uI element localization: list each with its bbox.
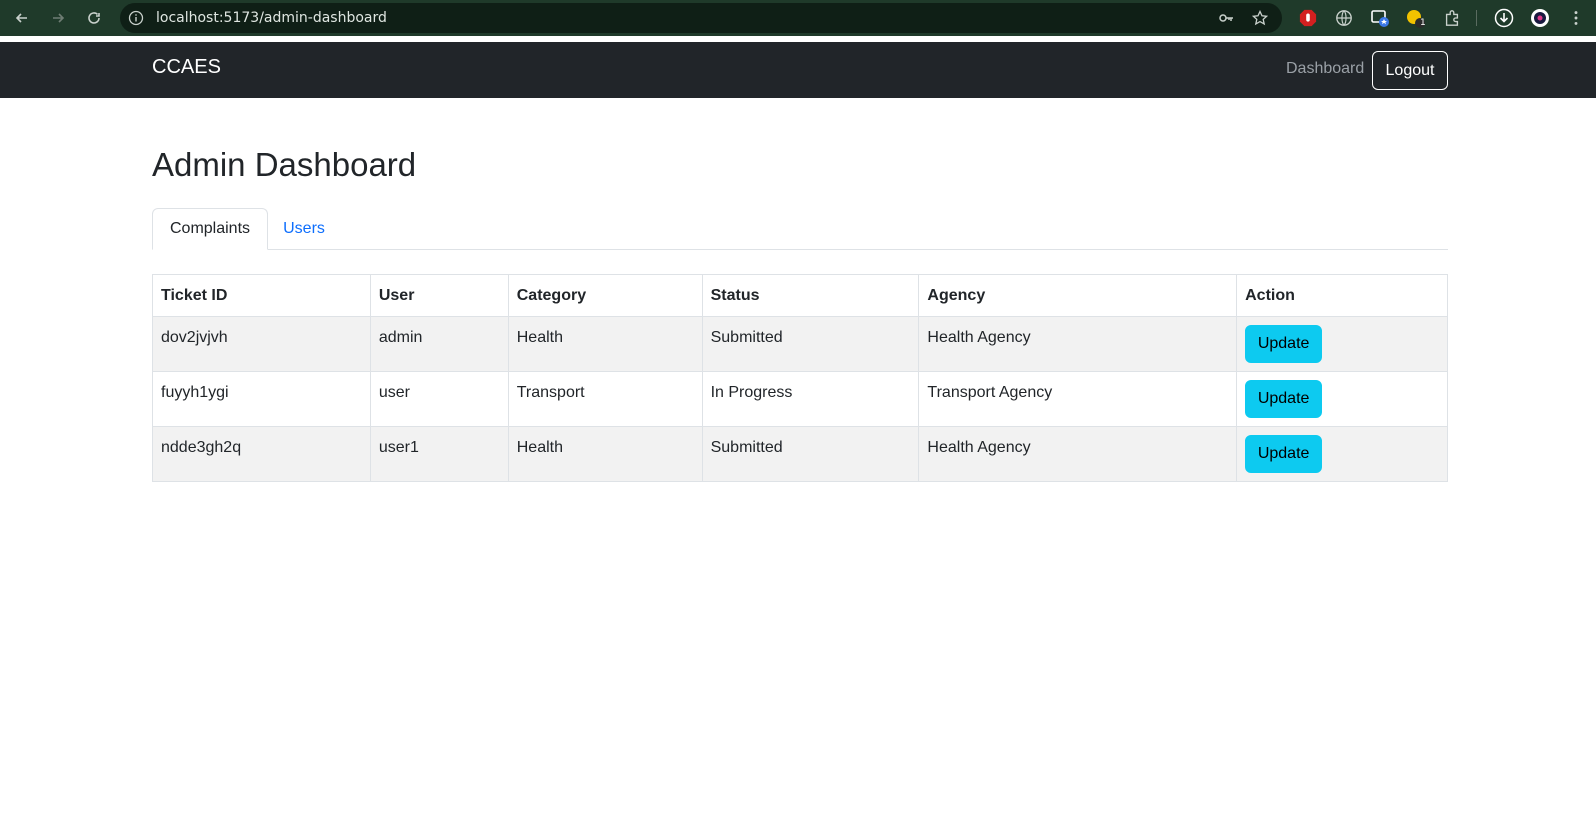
column-header-status: Status [701, 274, 920, 317]
cell-user: admin [369, 316, 509, 372]
cell-agency: Transport Agency [918, 371, 1238, 427]
key-icon[interactable] [1218, 10, 1234, 26]
table-header-row: Ticket ID User Category Status Agency Ac… [152, 274, 1448, 317]
cell-ticket-id: ndde3gh2q [152, 426, 371, 482]
forward-icon[interactable] [46, 6, 70, 30]
tab-complaints[interactable]: Complaints [152, 208, 268, 250]
bookmark-star-icon[interactable] [1252, 10, 1268, 26]
browser-toolbar: localhost:5173/admin-dashboard 1 [0, 0, 1596, 36]
url-text[interactable]: localhost:5173/admin-dashboard [156, 10, 387, 26]
cell-category: Transport [507, 371, 703, 427]
complaints-table: Ticket ID User Category Status Agency Ac… [152, 274, 1448, 482]
globe-extension-icon[interactable] [1334, 8, 1354, 28]
update-button[interactable]: Update [1245, 435, 1323, 473]
adblock-extension-icon[interactable] [1298, 8, 1318, 28]
cell-ticket-id: fuyyh1ygi [152, 371, 371, 427]
table-row: dov2jvjvh admin Health Submitted Health … [152, 316, 1448, 372]
cell-ticket-id: dov2jvjvh [152, 316, 371, 372]
cell-agency: Health Agency [918, 316, 1238, 372]
browser-menu-icon[interactable] [1566, 8, 1586, 28]
cell-category: Health [507, 316, 703, 372]
download-icon[interactable] [1494, 8, 1514, 28]
cell-user: user1 [369, 426, 509, 482]
app-navbar: CCAES Dashboard Logout [0, 42, 1596, 98]
page-title: Admin Dashboard [152, 146, 417, 183]
extension-badge-icon[interactable]: 1 [1406, 8, 1426, 28]
column-header-category: Category [507, 274, 703, 317]
toolbar-divider [1476, 10, 1477, 26]
tab-bar: Complaints Users [152, 208, 1448, 250]
profile-avatar-icon[interactable] [1530, 8, 1550, 28]
table-row: ndde3gh2q user1 Health Submitted Health … [152, 426, 1448, 482]
address-bar[interactable]: localhost:5173/admin-dashboard [120, 3, 1282, 33]
column-header-agency: Agency [918, 274, 1238, 317]
cell-category: Health [507, 426, 703, 482]
extensions-puzzle-icon[interactable] [1442, 8, 1462, 28]
brand-logo[interactable]: CCAES [152, 56, 221, 79]
cell-action: Update [1236, 426, 1448, 482]
reload-icon[interactable] [82, 6, 106, 30]
nav-link-dashboard[interactable]: Dashboard [1286, 60, 1364, 78]
logout-button[interactable]: Logout [1372, 51, 1448, 90]
cell-status: Submitted [701, 316, 920, 372]
cell-status: In Progress [701, 371, 920, 427]
column-header-user: User [369, 274, 509, 317]
cell-user: user [369, 371, 509, 427]
cell-status: Submitted [701, 426, 920, 482]
column-header-ticket-id: Ticket ID [152, 274, 371, 317]
site-info-icon[interactable] [128, 10, 144, 26]
back-icon[interactable] [10, 6, 34, 30]
update-button[interactable]: Update [1245, 325, 1323, 363]
cell-action: Update [1236, 371, 1448, 427]
tab-users[interactable]: Users [268, 208, 340, 250]
cell-action: Update [1236, 316, 1448, 372]
cell-agency: Health Agency [918, 426, 1238, 482]
column-header-action: Action [1236, 274, 1448, 317]
extension-badge-count: 1 [1420, 18, 1426, 28]
table-row: fuyyh1ygi user Transport In Progress Tra… [152, 371, 1448, 427]
tab-manager-extension-icon[interactable] [1370, 8, 1390, 28]
update-button[interactable]: Update [1245, 380, 1323, 418]
